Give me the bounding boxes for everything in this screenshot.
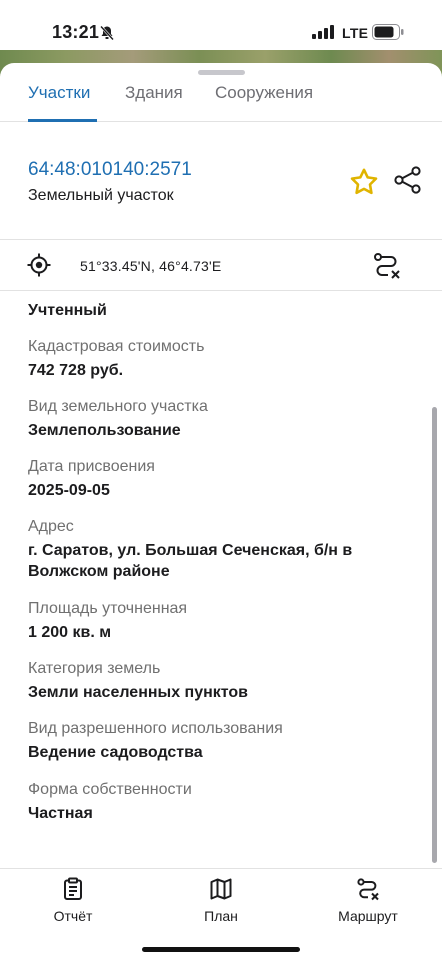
detail-value: Земли населенных пунктов	[28, 684, 249, 701]
status-value: Учтенный	[28, 302, 107, 319]
home-indicator[interactable]	[142, 947, 300, 952]
detail-value: 1 200 кв. м	[28, 624, 112, 641]
details-list[interactable]: Учтенный Кадастровая стоимость 742 728 р…	[0, 292, 442, 868]
detail-label: Адрес	[28, 518, 74, 535]
nav-route-button[interactable]: Маршрут	[313, 877, 423, 924]
network-type: LTE	[342, 25, 369, 41]
detail-value: Частная	[28, 805, 93, 822]
favorite-star-icon[interactable]	[349, 167, 379, 197]
info-sheet: Участки Здания Сооружения 64:48:010140:2…	[0, 63, 442, 960]
detail-value: г. Саратов, ул. Большая Сеченская, б/н в…	[28, 542, 353, 580]
detail-permitted-use: Вид разрешенного использования Ведение с…	[28, 719, 408, 763]
cadastral-number[interactable]: 64:48:010140:2571	[28, 159, 192, 181]
detail-label: Категория земель	[28, 660, 161, 677]
tab-structures[interactable]: Сооружения	[215, 83, 313, 103]
signal-icon	[312, 25, 334, 39]
detail-label: Площадь уточненная	[28, 600, 188, 617]
coordinates-text[interactable]: 51°33.45'N, 46°4.73'E	[80, 258, 221, 274]
detail-ownership: Форма собственности Частная	[28, 780, 408, 824]
detail-label: Вид земельного участка	[28, 398, 208, 415]
report-icon	[64, 877, 82, 900]
active-tab-indicator	[28, 119, 97, 122]
detail-assignment-date: Дата присвоения 2025-09-05	[28, 457, 408, 501]
nav-report-label: Отчёт	[53, 908, 93, 924]
parcel-type: Земельный участок	[28, 187, 174, 204]
detail-label: Форма собственности	[28, 781, 192, 798]
map-icon	[210, 878, 232, 900]
nav-plan-label: План	[204, 908, 238, 924]
detail-value: 2025-09-05	[28, 482, 110, 499]
detail-area: Площадь уточненная 1 200 кв. м	[28, 599, 408, 643]
nav-plan-button[interactable]: План	[166, 877, 276, 924]
detail-cadastral-value: Кадастровая стоимость 742 728 руб.	[28, 337, 408, 381]
route-icon	[357, 878, 379, 901]
scrollbar[interactable]	[432, 407, 437, 863]
tab-bar: Участки Здания Сооружения	[0, 63, 442, 122]
status-time: 13:21	[52, 22, 100, 42]
detail-land-kind: Вид земельного участка Землепользование	[28, 397, 408, 441]
detail-value: 742 728 руб.	[28, 362, 124, 379]
bell-off-icon	[100, 25, 114, 41]
detail-land-category: Категория земель Земли населенных пункто…	[28, 659, 408, 703]
locate-icon[interactable]	[27, 253, 51, 277]
nav-route-label: Маршрут	[338, 908, 398, 924]
route-clear-icon[interactable]	[372, 251, 402, 281]
share-icon[interactable]	[393, 165, 423, 195]
detail-label: Вид разрешенного использования	[28, 720, 283, 737]
tab-parcels[interactable]: Участки	[28, 83, 90, 103]
detail-label: Дата присвоения	[28, 458, 155, 475]
detail-label: Кадастровая стоимость	[28, 338, 205, 355]
nav-report-button[interactable]: Отчёт	[18, 877, 128, 924]
detail-value: Ведение садоводства	[28, 744, 203, 761]
bottom-nav: Отчёт План Маршрут	[0, 868, 442, 960]
coordinates-row: 51°33.45'N, 46°4.73'E	[0, 241, 442, 291]
tab-buildings[interactable]: Здания	[125, 83, 183, 103]
battery-icon	[372, 24, 404, 40]
detail-value: Землепользование	[28, 422, 181, 439]
parcel-header: 64:48:010140:2571 Земельный участок	[0, 123, 442, 240]
detail-address: Адрес г. Саратов, ул. Большая Сеченская,…	[28, 517, 408, 582]
